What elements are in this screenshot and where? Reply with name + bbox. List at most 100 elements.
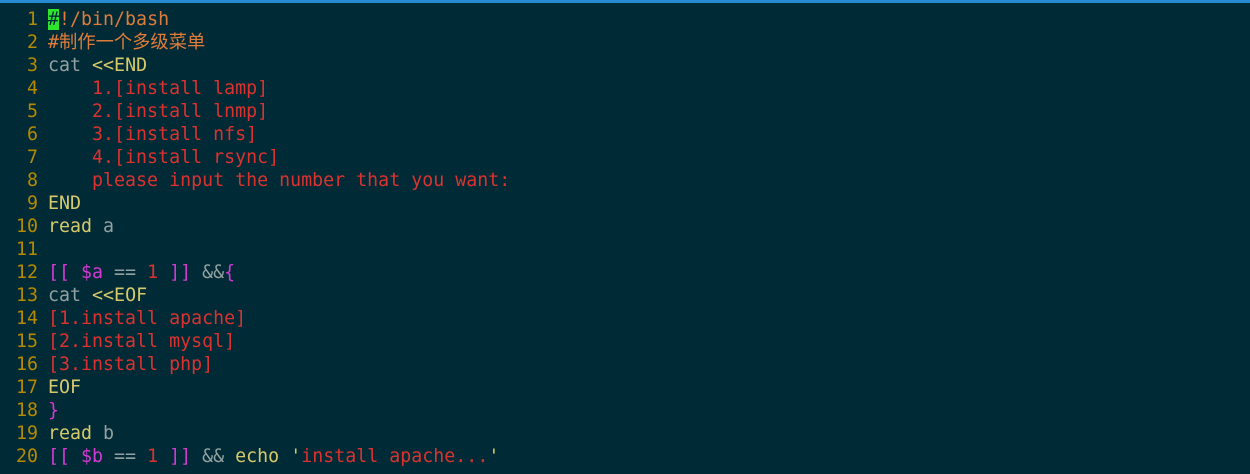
line-code: read a xyxy=(48,215,114,238)
code-line[interactable]: 15 [2.install mysql] xyxy=(0,330,1250,353)
code-token: <<EOF xyxy=(92,285,148,306)
code-token: cat xyxy=(48,55,82,76)
line-number: 4 xyxy=(26,78,38,99)
code-token: [1.install apache] xyxy=(48,308,247,329)
code-line[interactable]: 4 1.[install lamp] xyxy=(0,77,1250,100)
code-token: read xyxy=(48,423,93,444)
code-token: 1 xyxy=(147,446,159,467)
line-number: 12 xyxy=(15,262,38,283)
code-line[interactable]: 19 read b xyxy=(0,422,1250,445)
code-token: ]] xyxy=(169,262,192,283)
code-line[interactable]: 12 [[ $a == 1 ]] &&{ xyxy=(0,261,1250,284)
line-code: } xyxy=(48,399,59,422)
code-token: [[ xyxy=(48,446,71,467)
line-code: [3.install php] xyxy=(48,353,213,376)
line-code: #制作一个多级菜单 xyxy=(48,31,205,54)
line-code: cat <<EOF xyxy=(48,284,147,307)
line-number: 15 xyxy=(15,331,38,352)
line-number: 11 xyxy=(15,239,38,260)
code-token: #制作一个多级菜单 xyxy=(48,32,206,53)
line-number: 2 xyxy=(26,32,38,53)
line-code: 3.[install nfs] xyxy=(48,123,257,146)
line-number: 1 xyxy=(26,9,38,30)
code-token: read xyxy=(48,216,93,237)
line-code: please input the number that you want: xyxy=(48,169,510,192)
code-line[interactable]: 9 END xyxy=(0,192,1250,215)
code-line[interactable]: 17 EOF xyxy=(0,376,1250,399)
code-token: == xyxy=(103,446,148,467)
code-token: $a xyxy=(81,262,104,283)
line-number: 6 xyxy=(26,124,38,145)
code-editor[interactable]: 1 #!/bin/bash 2 #制作一个多级菜单 3 cat <<END 4 1.[ins… xyxy=(0,8,1250,468)
code-token: echo xyxy=(235,446,280,467)
code-line[interactable]: 10 read a xyxy=(0,215,1250,238)
text-cursor: # xyxy=(48,9,60,30)
line-number: 14 xyxy=(15,308,38,329)
code-token: please input the number that you want: xyxy=(48,170,511,191)
line-number: 7 xyxy=(26,147,38,168)
code-line[interactable]: 2 #制作一个多级菜单 xyxy=(0,31,1250,54)
code-token: 3.[install nfs] xyxy=(48,124,258,145)
line-number: 9 xyxy=(26,193,38,214)
code-token: $b xyxy=(81,446,104,467)
code-token: END xyxy=(48,193,82,214)
code-token: == xyxy=(103,262,148,283)
code-token: !/bin/bash xyxy=(59,9,170,30)
code-token: [2.install mysql] xyxy=(48,331,236,352)
code-token: EOF xyxy=(48,377,82,398)
code-token: ]] xyxy=(169,446,192,467)
code-token: ' xyxy=(488,446,500,467)
code-token: install apache... xyxy=(301,446,489,467)
line-code: cat <<END xyxy=(48,54,147,77)
code-token: { xyxy=(224,262,236,283)
code-line[interactable]: 20 [[ $b == 1 ]] && echo 'install apache.… xyxy=(0,445,1250,468)
window-top-border xyxy=(0,0,1250,3)
code-token: } xyxy=(48,400,60,421)
code-line[interactable]: 8 please input the number that you want: xyxy=(0,169,1250,192)
code-line[interactable]: 1 #!/bin/bash xyxy=(0,8,1250,31)
line-number: 19 xyxy=(15,423,38,444)
code-line[interactable]: 5 2.[install lnmp] xyxy=(0,100,1250,123)
code-token: <<END xyxy=(92,55,148,76)
line-number: 20 xyxy=(15,446,38,467)
code-token: a xyxy=(92,216,115,237)
code-line[interactable]: 11 xyxy=(0,238,1250,261)
code-token: && xyxy=(191,446,236,467)
code-token: [3.install php] xyxy=(48,354,214,375)
line-code: 2.[install lnmp] xyxy=(48,100,268,123)
code-line[interactable]: 13 cat <<EOF xyxy=(0,284,1250,307)
line-code: 1.[install lamp] xyxy=(48,77,268,100)
code-token: 4.[install rsync] xyxy=(48,147,280,168)
line-code: [2.install mysql] xyxy=(48,330,235,353)
line-code: #!/bin/bash xyxy=(48,8,169,31)
code-line[interactable]: 18} xyxy=(0,399,1250,422)
line-number: 17 xyxy=(15,377,38,398)
line-code: [[ $a == 1 ]] &&{ xyxy=(48,261,235,284)
code-token: [[ xyxy=(48,262,71,283)
code-token: 1 xyxy=(147,262,159,283)
code-token: b xyxy=(92,423,115,444)
code-line[interactable]: 6 3.[install nfs] xyxy=(0,123,1250,146)
line-code: 4.[install rsync] xyxy=(48,146,279,169)
line-number: 10 xyxy=(15,216,38,237)
line-code: EOF xyxy=(48,376,81,399)
line-number: 16 xyxy=(15,354,38,375)
line-number: 5 xyxy=(26,101,38,122)
code-token: cat xyxy=(48,285,82,306)
code-token: 2.[install lnmp] xyxy=(48,101,269,122)
code-line[interactable]: 3 cat <<END xyxy=(0,54,1250,77)
line-number: 3 xyxy=(26,55,38,76)
code-token: 1.[install lamp] xyxy=(48,78,269,99)
line-number: 18 xyxy=(15,400,38,421)
code-line[interactable]: 7 4.[install rsync] xyxy=(0,146,1250,169)
code-line[interactable]: 16 [3.install php] xyxy=(0,353,1250,376)
line-number: 13 xyxy=(15,285,38,306)
code-line[interactable]: 14 [1.install apache] xyxy=(0,307,1250,330)
